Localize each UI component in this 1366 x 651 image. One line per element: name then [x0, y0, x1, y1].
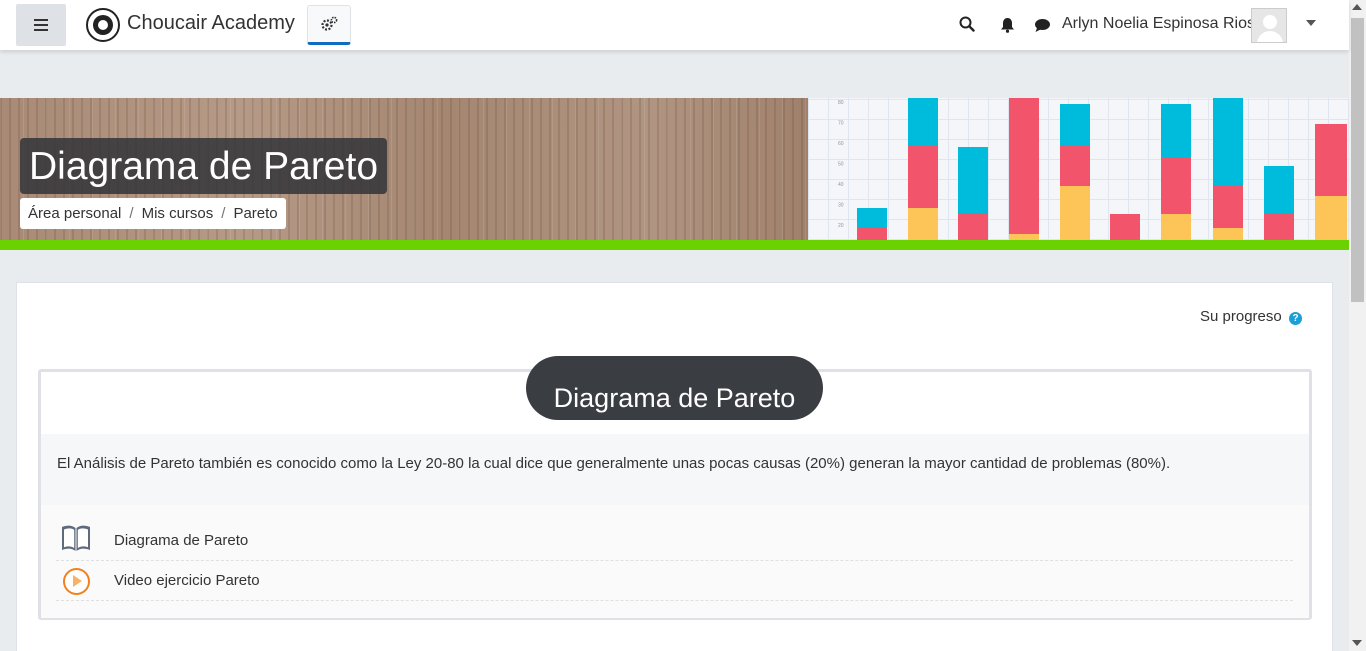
banner-chart-tick: 70 [838, 121, 844, 127]
activity-item-book[interactable]: Diagrama de Pareto [56, 521, 1293, 561]
banner-chart-tick: 30 [838, 203, 844, 209]
scroll-up-arrow-icon[interactable] [1352, 4, 1362, 10]
navbar: Choucair Academy Arlyn Noelia Espinosa R… [0, 0, 1349, 50]
scroll-down-arrow-icon[interactable] [1352, 640, 1362, 646]
banner-chart-bar [1060, 186, 1090, 240]
banner-chart-bar [908, 98, 938, 146]
scrollbar-thumb[interactable] [1351, 18, 1364, 302]
bell-icon[interactable] [1000, 17, 1015, 33]
book-icon [62, 525, 90, 551]
banner-chart-bar [1110, 214, 1140, 240]
banner-chart-bar [1060, 146, 1090, 186]
section-title: Diagrama de Pareto [526, 356, 823, 420]
admin-settings-button[interactable] [307, 5, 351, 45]
chat-icon[interactable] [1034, 18, 1051, 33]
section-summary: El Análisis de Pareto también es conocid… [41, 434, 1309, 505]
menu-icon [34, 18, 48, 33]
banner-chart-bar [1161, 158, 1191, 214]
breadcrumb-item-pareto[interactable]: Pareto [233, 205, 277, 222]
banner-chart-bar [857, 228, 887, 240]
progress-label: Su progreso [1200, 308, 1282, 325]
banner-chart-tick: 60 [838, 141, 844, 147]
banner-chart-tick: 40 [838, 182, 844, 188]
banner-chart-bar [1213, 98, 1243, 186]
caret-down-icon[interactable] [1306, 20, 1316, 26]
breadcrumb-separator: / [221, 205, 226, 222]
banner-chart-bar [1315, 196, 1347, 240]
banner-chart-bar [857, 208, 887, 228]
banner-chart-bar [1161, 214, 1191, 240]
banner-chart-bar [1213, 228, 1243, 240]
banner-chart-bar [1161, 104, 1191, 158]
breadcrumb-item-mis-cursos[interactable]: Mis cursos [142, 205, 214, 222]
cogs-icon [321, 16, 338, 31]
breadcrumb-separator: / [129, 205, 134, 222]
banner-chart-tick: 50 [838, 162, 844, 168]
menu-toggle-button[interactable] [16, 4, 66, 46]
header-accent-bar [0, 240, 1349, 250]
banner-bar-chart-image: 80 70 60 50 40 30 20 [838, 98, 1347, 240]
user-name[interactable]: Arlyn Noelia Espinosa Rios [1062, 15, 1255, 33]
banner-chart-bar [1264, 166, 1294, 214]
banner-chart-tick: 20 [838, 223, 844, 229]
banner-chart-bar [908, 146, 938, 208]
activity-label[interactable]: Diagrama de Pareto [114, 532, 248, 549]
banner-chart-bar [1009, 98, 1039, 234]
banner-chart-bar [908, 208, 938, 240]
activity-label[interactable]: Video ejercicio Pareto [114, 572, 260, 589]
banner-chart-bar [1264, 214, 1294, 240]
banner-chart-bar [958, 214, 988, 240]
question-circle-icon[interactable]: ? [1289, 312, 1302, 325]
banner-chart-tick: 80 [838, 100, 844, 106]
banner-chart-bar [958, 147, 988, 214]
breadcrumb: Área personal / Mis cursos / Pareto [20, 198, 286, 229]
activity-item-video[interactable]: Video ejercicio Pareto [56, 561, 1293, 601]
search-icon[interactable] [959, 16, 975, 32]
banner-chart-bar [1315, 124, 1347, 196]
brand-logo[interactable] [86, 8, 120, 42]
play-icon [63, 568, 90, 595]
page-title: Diagrama de Pareto [20, 138, 388, 194]
brand-name[interactable]: Choucair Academy [127, 12, 295, 35]
avatar[interactable] [1251, 8, 1287, 43]
banner-chart-bar [1213, 186, 1243, 228]
banner-chart-bar [1060, 104, 1090, 146]
breadcrumb-item-area-personal[interactable]: Área personal [28, 205, 121, 222]
